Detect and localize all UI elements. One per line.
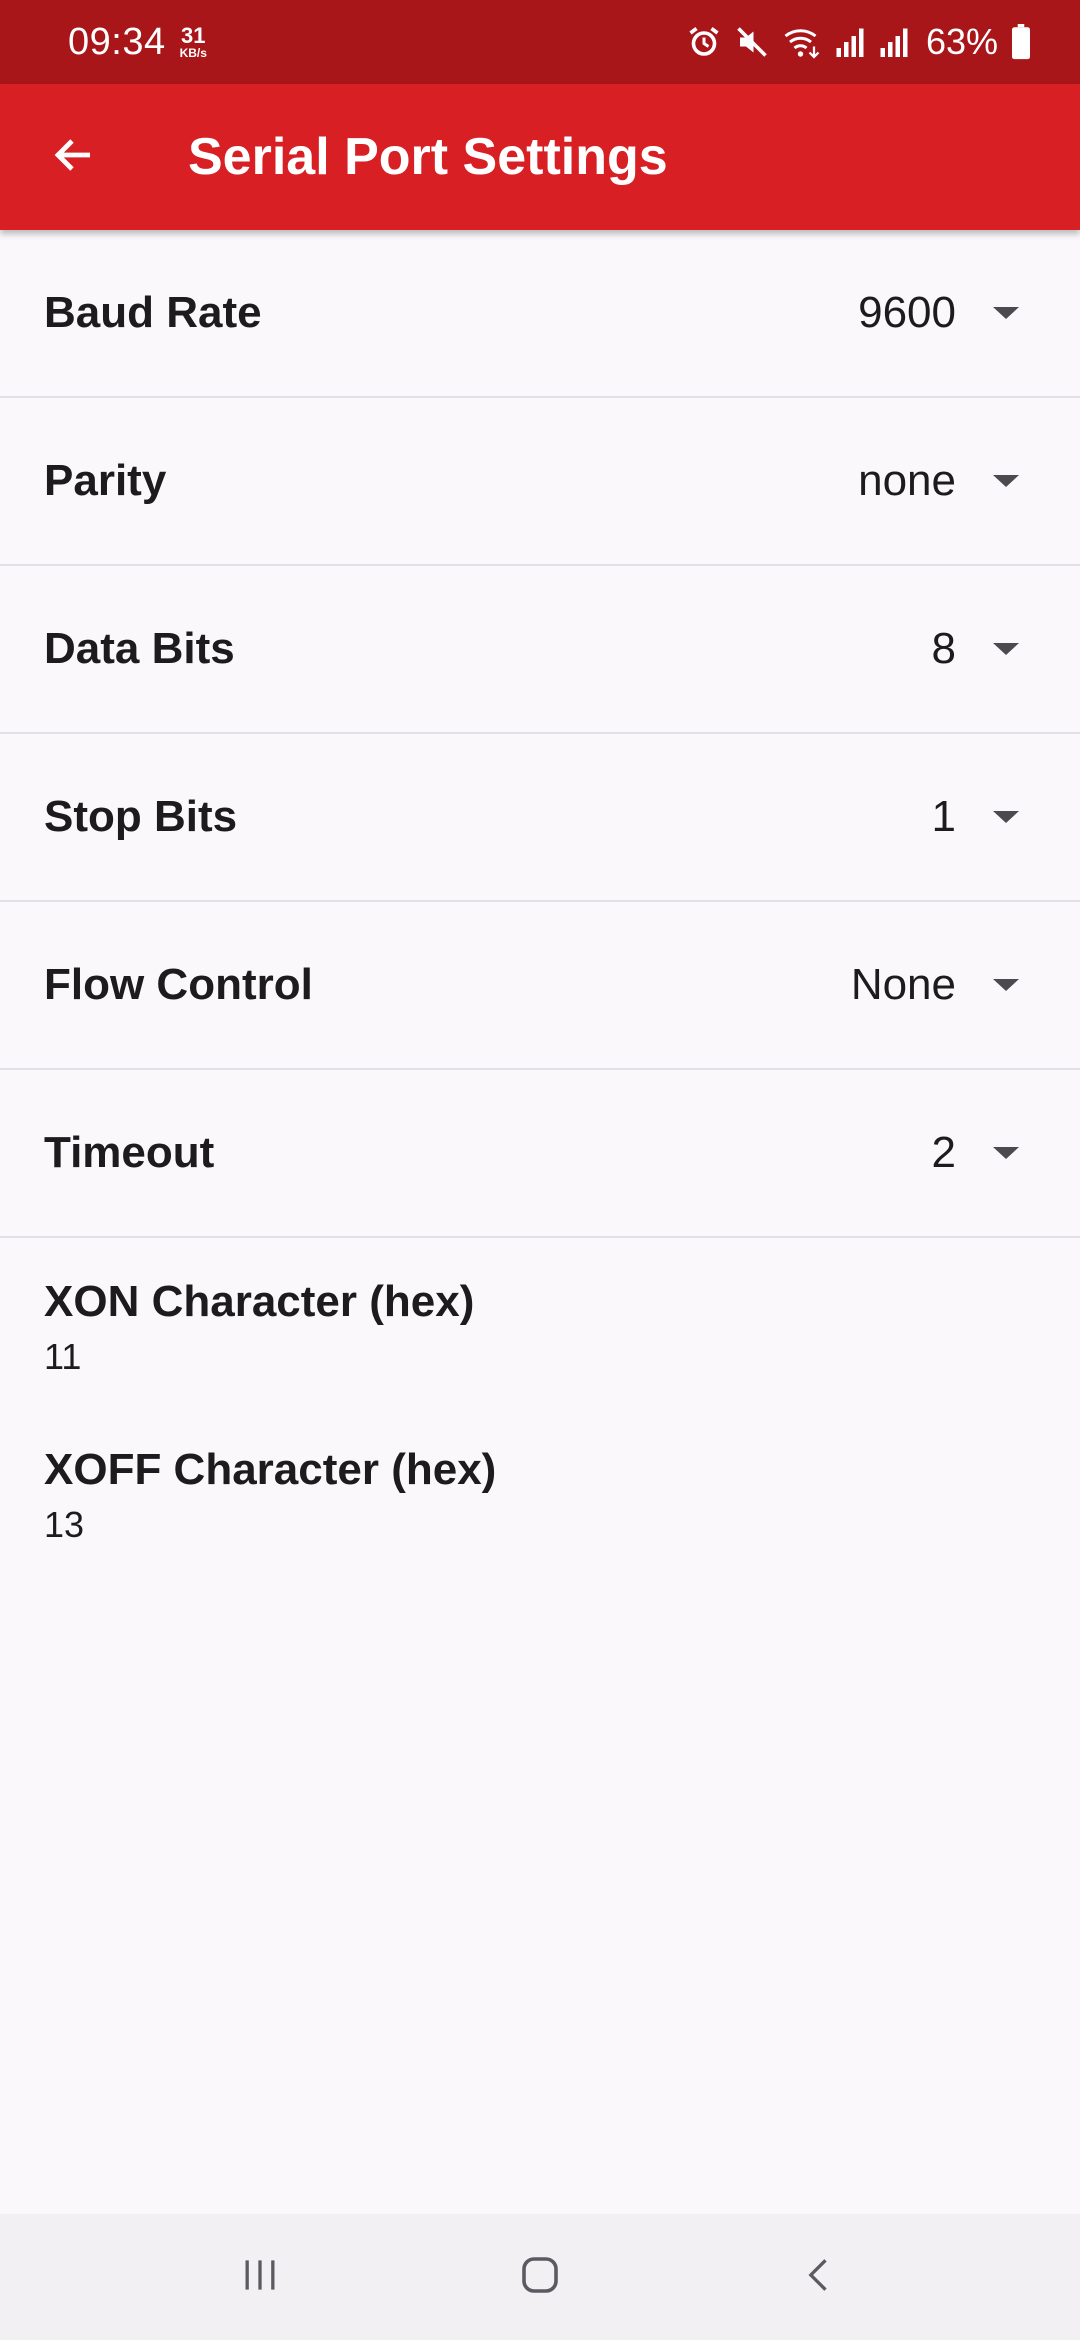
nav-back-button[interactable] [760, 2232, 880, 2322]
system-nav-bar [0, 2214, 1080, 2340]
xoff-character-label: XOFF Character (hex) [44, 1445, 497, 1494]
baud-rate-dropdown[interactable]: 9600 [858, 288, 956, 338]
timeout-dropdown[interactable]: 2 [932, 1128, 956, 1178]
status-time: 09:34 [68, 20, 166, 63]
battery-percent: 63% [925, 21, 998, 62]
stop-bits-label: Stop Bits [44, 792, 238, 841]
settings-list: Baud Rate 9600 Parity none Data Bits 8 S… [0, 230, 1080, 1574]
back-button[interactable] [38, 121, 110, 193]
dropdown-arrow-icon[interactable] [976, 451, 1036, 511]
xon-character-setting[interactable]: XON Character (hex) 11 [0, 1238, 1080, 1406]
page-title: Serial Port Settings [188, 128, 668, 186]
xon-character-label: XON Character (hex) [44, 1277, 475, 1326]
dropdown-arrow-icon[interactable] [976, 619, 1036, 679]
recent-apps-icon [238, 2253, 282, 2302]
flow-control-row: Flow Control None [0, 902, 1080, 1070]
timeout-label: Timeout [44, 1128, 215, 1177]
mute-icon [734, 24, 770, 60]
network-speed-unit: KB/s [179, 46, 207, 60]
flow-control-label: Flow Control [44, 960, 313, 1009]
xon-character-value: 11 [44, 1336, 82, 1378]
signal-icon [878, 24, 910, 60]
app-bar: Serial Port Settings [0, 84, 1080, 230]
xoff-character-value: 13 [44, 1504, 85, 1546]
alarm-icon [686, 24, 722, 60]
wifi-icon [782, 24, 822, 60]
stop-bits-row: Stop Bits 1 [0, 734, 1080, 902]
dropdown-arrow-icon[interactable] [976, 1123, 1036, 1183]
parity-label: Parity [44, 456, 167, 505]
dropdown-arrow-icon[interactable] [976, 283, 1036, 343]
arrow-back-icon [50, 131, 98, 184]
flow-control-dropdown[interactable]: None [851, 960, 956, 1010]
parity-dropdown[interactable]: none [858, 456, 956, 506]
status-icons: 63% [686, 21, 1032, 63]
data-bits-label: Data Bits [44, 624, 235, 673]
timeout-row: Timeout 2 [0, 1070, 1080, 1238]
home-button[interactable] [480, 2232, 600, 2322]
baud-rate-row: Baud Rate 9600 [0, 230, 1080, 398]
dropdown-arrow-icon[interactable] [976, 787, 1036, 847]
baud-rate-label: Baud Rate [44, 288, 262, 337]
xoff-character-setting[interactable]: XOFF Character (hex) 13 [0, 1406, 1080, 1574]
network-speed: 31 KB/s [179, 23, 207, 60]
dropdown-arrow-icon[interactable] [976, 955, 1036, 1015]
data-bits-row: Data Bits 8 [0, 566, 1080, 734]
recent-apps-button[interactable] [200, 2232, 320, 2322]
signal-icon [834, 24, 866, 60]
battery-icon [1010, 24, 1032, 60]
home-icon [516, 2251, 564, 2304]
parity-row: Parity none [0, 398, 1080, 566]
stop-bits-dropdown[interactable]: 1 [932, 792, 956, 842]
data-bits-dropdown[interactable]: 8 [932, 624, 956, 674]
status-bar: 09:34 31 KB/s 63% [0, 0, 1080, 84]
back-icon [798, 2253, 842, 2302]
network-speed-value: 31 [181, 23, 206, 48]
